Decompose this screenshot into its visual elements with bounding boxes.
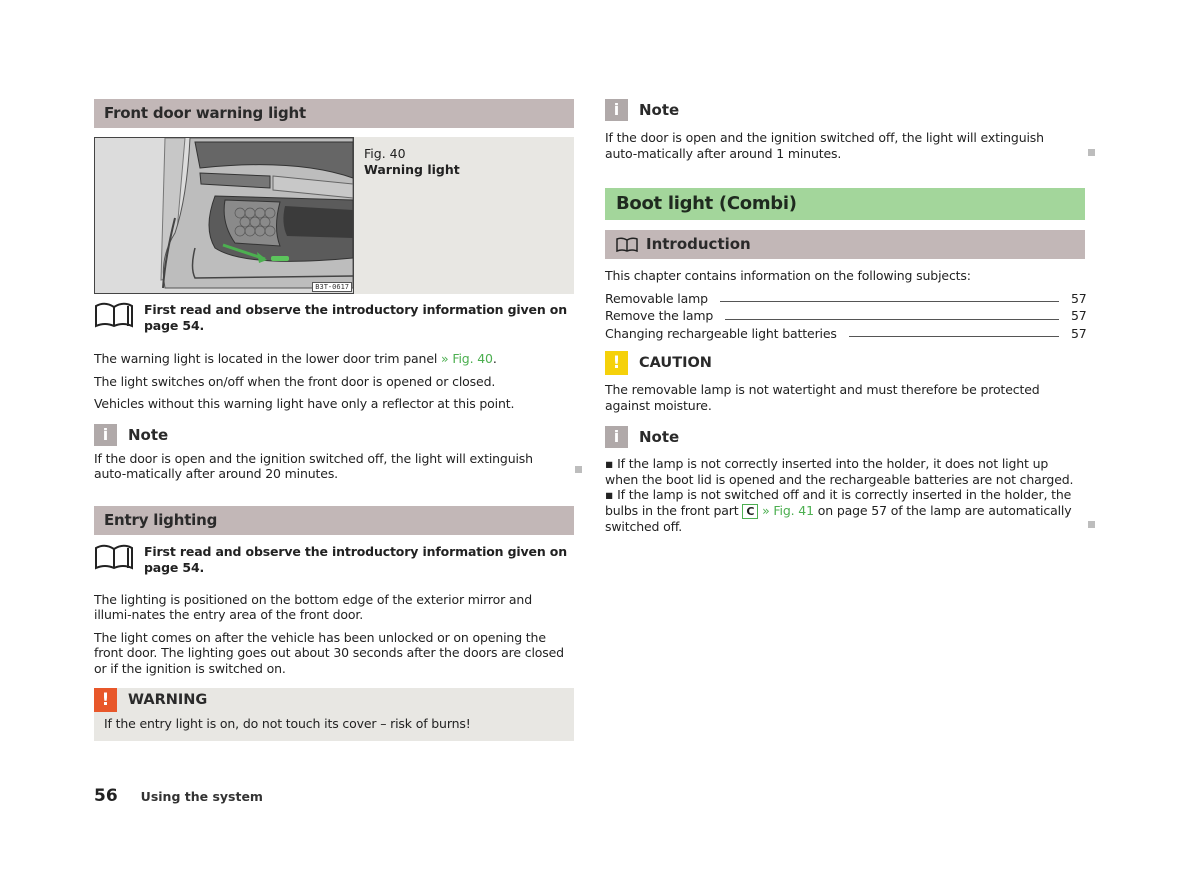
info-icon: i <box>94 423 117 446</box>
figure-link[interactable]: » Fig. 40 <box>441 351 493 366</box>
toc-label: Removable lamp <box>605 290 708 306</box>
toc-page: 57 <box>1071 325 1087 341</box>
book-icon <box>95 302 133 328</box>
section-end-mark <box>1088 149 1095 156</box>
toc-leader <box>719 301 1059 302</box>
door-warning-light-illustration: B3T-0617 <box>94 137 354 294</box>
warning-text: If the entry light is on, do not touch i… <box>104 716 471 731</box>
note-title: Note <box>128 425 169 444</box>
toc-leader <box>725 318 1059 320</box>
note-block: i Note If the door is open and the ignit… <box>605 99 1085 161</box>
note-block: i Note ▪ If the lamp is not correctly in… <box>605 426 1085 534</box>
figure-caption: Fig. 40 Warning light <box>354 137 460 294</box>
paragraph-tail: . <box>492 351 497 366</box>
introduction-title: Introduction <box>646 235 751 253</box>
toc-leader <box>848 336 1059 337</box>
toc-item[interactable]: Changing rechargeable light batteries 57 <box>605 325 1087 343</box>
paragraph: Vehicles without this warning light have… <box>94 396 515 411</box>
section-heading-entry-lighting: Entry lighting <box>94 505 574 535</box>
caution-icon: ! <box>605 351 628 375</box>
info-icon: i <box>605 426 628 448</box>
book-icon <box>95 544 133 570</box>
figure-40: B3T-0617 Fig. 40 Warning light <box>94 137 574 294</box>
note-text: If the door is open and the ignition swi… <box>94 450 533 482</box>
figure-title: Warning light <box>364 162 460 177</box>
note-bullet: ▪ If the lamp is not correctly inserted … <box>605 456 1074 487</box>
book-icon <box>616 237 638 252</box>
section-end-mark <box>1088 521 1095 528</box>
toc-page: 57 <box>1071 308 1087 323</box>
paragraph: The lighting is positioned on the bottom… <box>94 591 532 623</box>
paragraph: The light switches on/off when the front… <box>94 373 496 389</box>
intro-reference: First read and observe the introductory … <box>94 302 574 334</box>
caution-title: CAUTION <box>639 355 712 371</box>
introduction-heading: Introduction <box>605 230 1085 259</box>
toc-page: 57 <box>1071 290 1087 306</box>
info-icon: i <box>605 99 628 121</box>
note-text: If the door is open and the ignition swi… <box>605 130 1044 161</box>
figure-number: Fig. 40 <box>364 146 406 161</box>
toc-item[interactable]: Removable lamp 57 <box>605 290 1087 308</box>
toc-label: Remove the lamp <box>605 308 714 323</box>
warning-box: ! WARNING If the entry light is on, do n… <box>94 688 574 741</box>
caution-block: ! CAUTION The removable lamp is not wate… <box>605 351 1085 413</box>
figure-image-code: B3T-0617 <box>312 282 352 292</box>
toc-item[interactable]: Remove the lamp 57 <box>605 307 1087 325</box>
warning-icon: ! <box>94 688 117 712</box>
section-end-mark <box>575 466 582 473</box>
intro-reference-text: First read and observe the introductory … <box>144 302 567 333</box>
section-heading-front-door-warning-light: Front door warning light <box>94 99 574 128</box>
note-title: Note <box>639 428 680 446</box>
note-block: i Note If the door is open and the ignit… <box>94 423 574 482</box>
right-column: i Note If the door is open and the ignit… <box>605 99 1087 534</box>
caution-text: The removable lamp is not watertight and… <box>605 382 1040 413</box>
chapter-heading-boot-light: Boot light (Combi) <box>605 188 1085 220</box>
note-bullet: ▪ If the lamp is not switched off and it… <box>605 487 1087 534</box>
intro-reference-text: First read and observe the introductory … <box>144 543 567 575</box>
warning-title: WARNING <box>128 692 208 708</box>
intro-text: This chapter contains information on the… <box>605 268 971 283</box>
left-column: Front door warning light B3T-0617 Fig. 4… <box>94 99 574 741</box>
paragraph: The light comes on after the vehicle has… <box>94 629 564 676</box>
intro-reference: First read and observe the introductory … <box>94 544 574 576</box>
figure-link[interactable]: » Fig. 41 <box>762 503 814 518</box>
part-label-c: C <box>742 503 759 519</box>
paragraph-text: The warning light is located in the lowe… <box>94 351 442 366</box>
paragraph: The warning light is located in the lowe… <box>94 351 574 367</box>
table-of-contents: Removable lamp 57 Remove the lamp 57 Cha… <box>605 290 1087 343</box>
page-footer: 56 Using the system <box>94 786 263 806</box>
footer-chapter-title: Using the system <box>140 789 263 804</box>
note-title: Note <box>639 101 680 119</box>
toc-label: Changing rechargeable light batteries <box>605 325 837 341</box>
door-panel-drawing <box>95 138 353 293</box>
page-number: 56 <box>94 786 118 806</box>
